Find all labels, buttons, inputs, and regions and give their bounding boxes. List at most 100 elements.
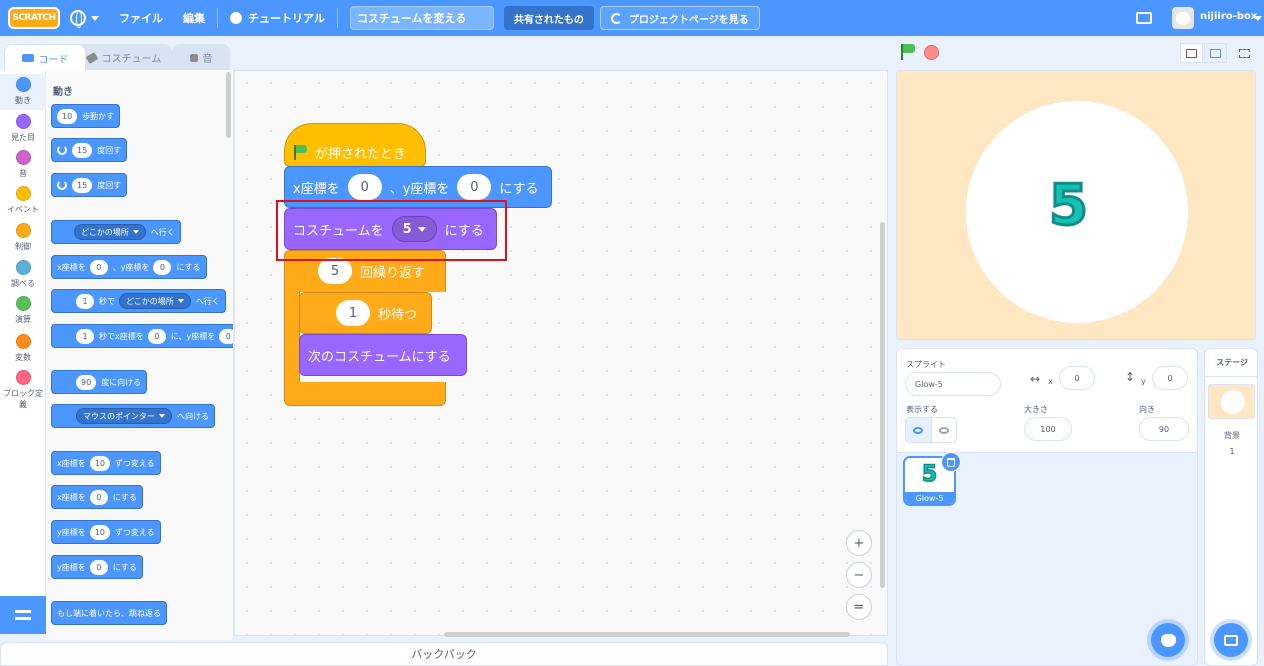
stage-selector[interactable]: ステージ 背景 1 — [1204, 348, 1258, 666]
category-variables[interactable]: 変数 — [0, 334, 46, 363]
block-input[interactable]: 1 — [76, 293, 94, 309]
block-input[interactable]: 15 — [72, 142, 93, 158]
small-stage-button[interactable] — [1180, 43, 1203, 63]
tab-code[interactable]: コード — [4, 44, 86, 71]
block-palette: 動き 10 歩動かす 15 度回す 15 度回す どこかの場所 へ行く x座標を… — [46, 70, 234, 640]
block-label: へ向ける — [177, 411, 209, 421]
block-wait[interactable]: 1 秒待つ — [299, 292, 432, 334]
category-control[interactable]: 制御 — [0, 223, 46, 252]
block-turn-left[interactable]: 15 度回す — [51, 173, 128, 197]
category-looks[interactable]: 見た目 — [0, 114, 46, 143]
block-input[interactable]: 10 — [57, 108, 78, 124]
block-label: が押されたとき — [315, 146, 407, 162]
stage[interactable]: 5 — [896, 70, 1256, 340]
block-input[interactable]: 10 — [89, 455, 110, 471]
block-input[interactable]: 0 — [457, 174, 492, 200]
category-sensing[interactable]: 調べる — [0, 260, 46, 289]
block-dropdown[interactable]: マウスのポインター — [76, 408, 172, 424]
category-operators[interactable]: 演算 — [0, 296, 46, 325]
normal-stage-button[interactable] — [1204, 43, 1227, 63]
username[interactable]: nijiiro-box — [1200, 11, 1257, 22]
cat-icon — [1160, 633, 1176, 647]
block-move-steps[interactable]: 10 歩動かす — [51, 104, 121, 128]
hide-button[interactable] — [930, 418, 956, 442]
block-input[interactable]: 0 — [89, 559, 108, 575]
edit-menu[interactable]: 編集 — [173, 0, 215, 36]
sprite-glow-5[interactable]: 5 — [1048, 172, 1090, 240]
workspace-horizontal-scrollbar[interactable] — [444, 632, 850, 637]
workspace-vertical-scrollbar[interactable] — [880, 222, 885, 588]
delete-sprite-button[interactable] — [941, 452, 961, 472]
zoom-reset-button[interactable]: = — [846, 594, 872, 620]
block-dropdown[interactable]: どこかの場所 — [74, 224, 146, 240]
block-next-costume[interactable]: 次のコスチュームにする — [299, 334, 467, 376]
project-page-button[interactable]: プロジェクトページを見る — [599, 6, 760, 30]
fullscreen-button[interactable] — [1233, 43, 1256, 63]
block-set-x[interactable]: x座標を 0 にする — [51, 485, 143, 509]
block-turn-right[interactable]: 15 度回す — [51, 138, 128, 162]
folder-icon[interactable] — [1136, 12, 1152, 24]
block-input[interactable]: 0 — [153, 259, 172, 275]
block-change-y[interactable]: y座標を 10 ずつ変える — [51, 520, 161, 544]
block-glide[interactable]: 1 秒で どこかの場所 へ行く — [51, 289, 226, 313]
show-button[interactable] — [906, 418, 931, 442]
script-workspace[interactable]: が押されたとき x座標を 0 、y座標を 0 にする コスチュームを 5 にする… — [234, 70, 888, 636]
file-menu[interactable]: ファイル — [109, 0, 173, 36]
direction-input[interactable]: 90 — [1139, 417, 1189, 441]
choose-sprite-button[interactable] — [1151, 623, 1185, 657]
palette-scrollbar[interactable] — [226, 72, 231, 138]
block-input[interactable]: 0 — [89, 489, 108, 505]
shared-button[interactable]: 共有されたもの — [503, 6, 594, 30]
tab-costumes[interactable]: コスチューム — [76, 44, 172, 70]
block-set-y[interactable]: y座標を 0 にする — [51, 555, 143, 579]
block-input[interactable]: 0 — [89, 259, 108, 275]
sprite-x-input[interactable]: 0 — [1059, 366, 1095, 390]
block-input[interactable]: 5 — [318, 258, 352, 284]
block-input[interactable]: 1 — [76, 328, 94, 344]
category-my-blocks[interactable]: ブロック定義 — [0, 370, 46, 410]
sprite-y-input[interactable]: 0 — [1152, 366, 1188, 390]
block-gotoxy[interactable]: x座標を 0 、y座標を 0 にする — [51, 255, 207, 279]
project-title-input[interactable]: コスチュームを変える — [349, 6, 494, 30]
stop-button[interactable] — [924, 45, 939, 60]
tab-sounds[interactable]: 音 — [172, 44, 230, 70]
choose-backdrop-button[interactable] — [1214, 623, 1248, 657]
block-goto[interactable]: どこかの場所 へ行く — [51, 220, 181, 244]
block-bounce[interactable]: もし端に着いたら、跳ね返る — [51, 601, 167, 625]
block-label: にする — [499, 181, 539, 197]
block-input[interactable]: 0 — [347, 174, 382, 200]
chevron-down-icon — [132, 230, 139, 234]
block-change-x[interactable]: x座標を 10 ずつ変える — [51, 451, 161, 475]
scratch-logo[interactable]: SCRATCH — [8, 7, 60, 29]
chevron-down-icon[interactable] — [1254, 16, 1262, 21]
avatar[interactable] — [1172, 7, 1194, 29]
size-input[interactable]: 100 — [1024, 417, 1072, 441]
category-motion[interactable]: 動き — [0, 74, 46, 110]
category-sound[interactable]: 音 — [0, 150, 46, 179]
x-label: x — [1048, 377, 1053, 386]
block-input[interactable]: 1 — [336, 300, 370, 326]
sprite-name-input[interactable]: Glow-5 — [905, 372, 1001, 396]
block-point-direction[interactable]: 90 度に向ける — [51, 370, 148, 394]
zoom-out-button[interactable]: − — [846, 562, 872, 588]
block-input[interactable]: 10 — [89, 524, 110, 540]
block-input[interactable]: 0 — [147, 328, 166, 344]
zoom-in-button[interactable]: + — [846, 530, 872, 556]
category-events[interactable]: イベント — [0, 186, 46, 215]
backpack[interactable]: バックパック — [0, 642, 888, 666]
block-input[interactable]: 15 — [72, 177, 93, 193]
block-input[interactable]: 90 — [76, 374, 97, 390]
block-input[interactable]: 0 — [219, 328, 233, 344]
block-label: もし端に着いたら、跳ね返る — [57, 608, 161, 618]
green-flag-button[interactable] — [900, 44, 916, 60]
block-when-flag-clicked[interactable]: が押されたとき — [284, 123, 426, 167]
block-dropdown[interactable]: どこかの場所 — [119, 293, 191, 309]
backdrop-thumbnail[interactable] — [1208, 384, 1255, 419]
tutorial-menu[interactable]: チュートリアル — [220, 0, 335, 36]
language-menu[interactable] — [60, 0, 109, 36]
block-glidexy[interactable]: 1 秒でx座標を 0 に、y座標を 0 — [51, 324, 233, 348]
block-point-towards[interactable]: マウスのポインター へ向ける — [51, 404, 215, 428]
category-sensing-dot — [15, 260, 31, 275]
block-label: へ行く — [195, 296, 220, 306]
add-extension-button[interactable] — [0, 596, 46, 634]
